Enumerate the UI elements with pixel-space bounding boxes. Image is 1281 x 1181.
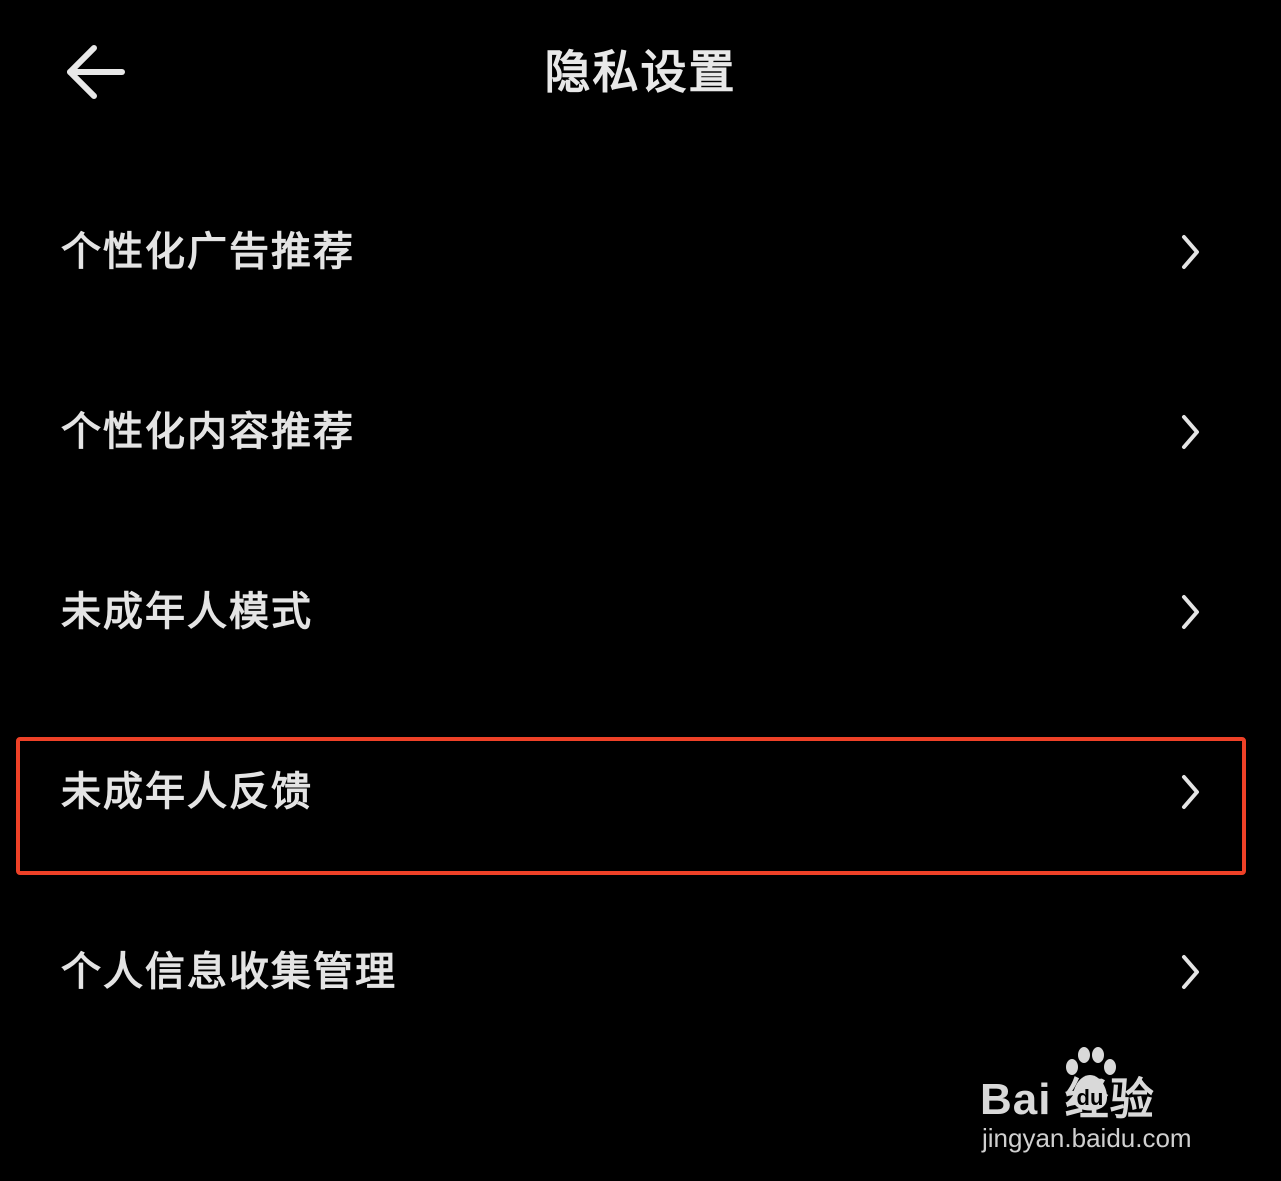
menu-item-minor-feedback[interactable]: 未成年人反馈	[0, 702, 1281, 882]
svg-text:du: du	[1077, 1085, 1104, 1110]
settings-menu-list: 个性化广告推荐 个性化内容推荐 未成年人模式 未成年人反馈 个人信息收集管理	[0, 162, 1281, 1062]
baidu-jingyan-watermark: Bai 经验 du jingyan.baidu.com	[980, 1043, 1220, 1163]
chevron-right-icon	[1178, 232, 1202, 272]
menu-item-label: 未成年人反馈	[61, 769, 313, 815]
menu-item-label: 个性化广告推荐	[61, 229, 355, 275]
watermark-url: jingyan.baidu.com	[982, 1123, 1192, 1153]
chevron-right-icon	[1178, 592, 1202, 632]
header-bar: 隐私设置	[0, 0, 1281, 145]
menu-item-label: 个性化内容推荐	[61, 409, 355, 455]
chevron-right-icon	[1178, 412, 1202, 452]
chevron-right-icon	[1178, 952, 1202, 992]
menu-item-personal-info-management[interactable]: 个人信息收集管理	[0, 882, 1281, 1062]
baidu-paw-icon: du	[1060, 1043, 1120, 1119]
menu-item-label: 个人信息收集管理	[61, 949, 397, 995]
chevron-right-icon	[1178, 772, 1202, 812]
menu-item-personalized-ads[interactable]: 个性化广告推荐	[0, 162, 1281, 342]
page-title: 隐私设置	[544, 45, 737, 99]
menu-item-label: 未成年人模式	[61, 589, 313, 635]
menu-item-minor-mode[interactable]: 未成年人模式	[0, 522, 1281, 702]
menu-item-personalized-content[interactable]: 个性化内容推荐	[0, 342, 1281, 522]
